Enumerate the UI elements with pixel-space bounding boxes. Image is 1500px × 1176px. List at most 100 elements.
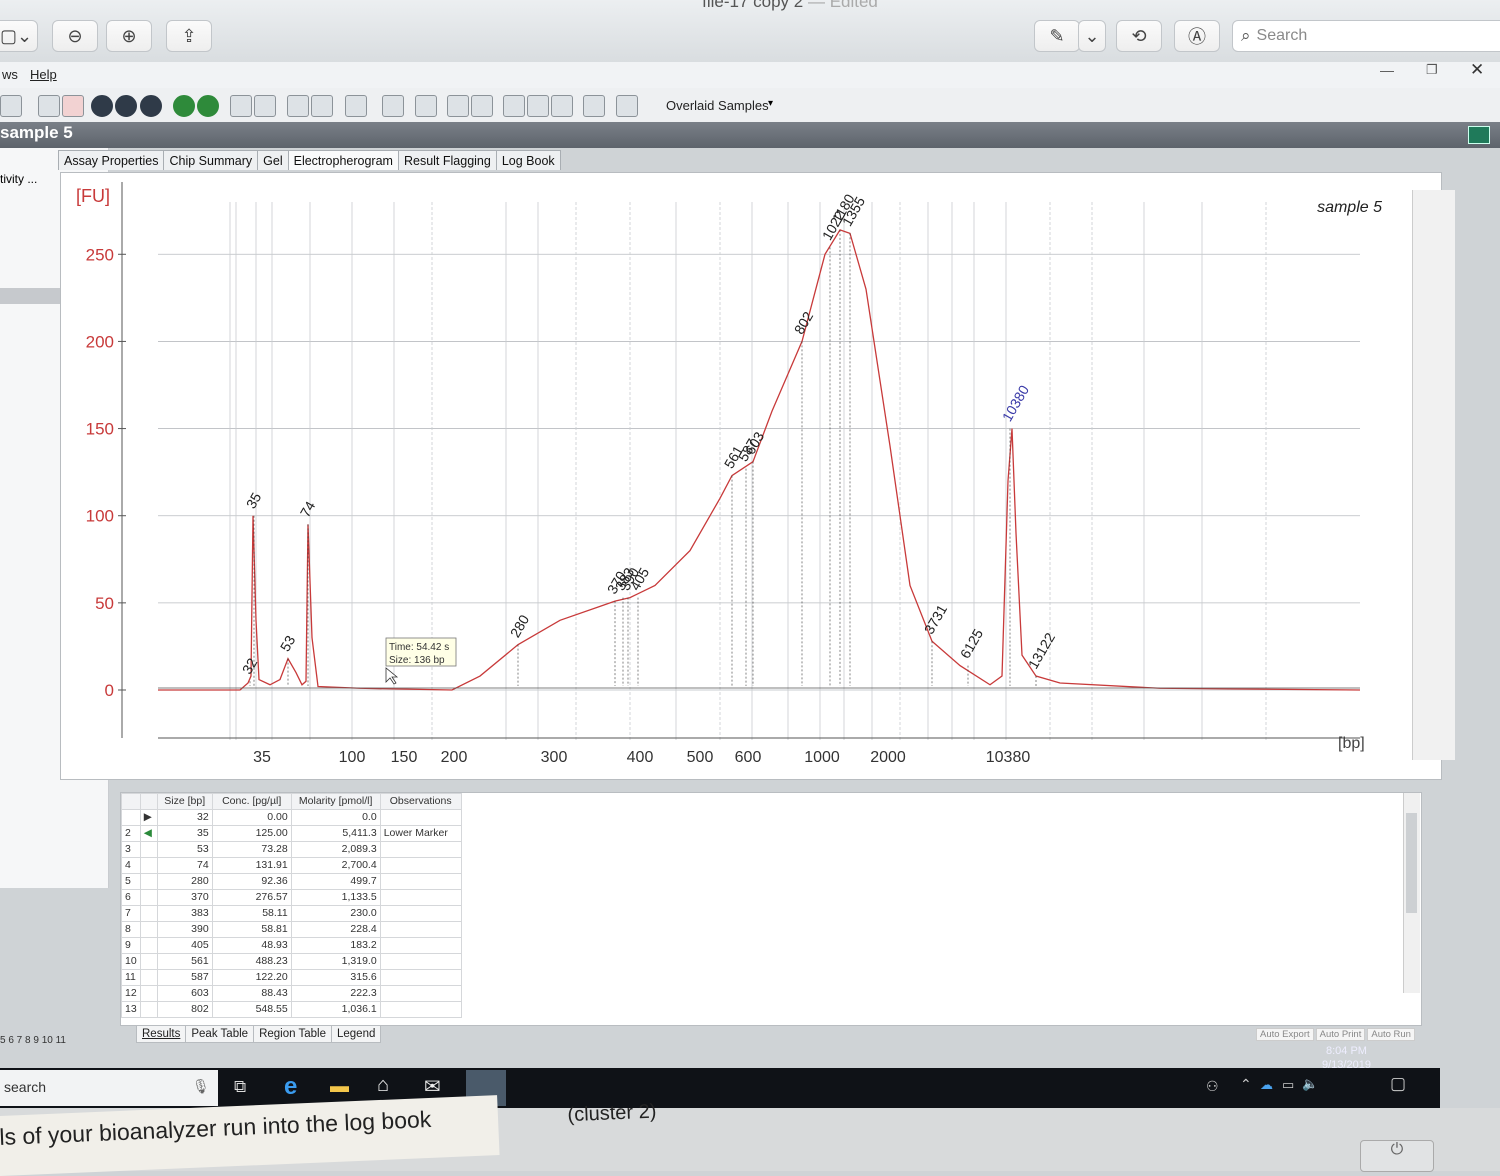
table-row[interactable]: ▶ 32 0.00 0.0 [121, 809, 462, 826]
tab-results[interactable]: Results [136, 1026, 187, 1043]
forward-arrow-icon[interactable] [197, 95, 219, 117]
molarity-cell: 2,700.4 [290, 857, 381, 874]
single-view-icon[interactable] [230, 95, 252, 117]
compare-icon[interactable] [551, 95, 573, 117]
table-row[interactable]: 11 587 122.20 315.6 [121, 969, 462, 986]
settings-icon[interactable] [583, 95, 605, 117]
overlaid-samples-dropdown[interactable]: Overlaid Samples [666, 98, 769, 113]
task-view-icon[interactable]: ⧉ [234, 1077, 246, 1097]
microphone-icon[interactable]: 🎙 [192, 1078, 210, 1095]
close-icon[interactable]: ✕ [1470, 60, 1484, 80]
tab-result-flagging[interactable]: Result Flagging [397, 150, 497, 170]
notification-icon[interactable]: ▢ [1390, 1074, 1406, 1094]
auto-print-button[interactable]: Auto Print [1315, 1028, 1366, 1041]
zoom-reset-icon[interactable] [311, 95, 333, 117]
open-icon[interactable] [0, 95, 22, 117]
search-field[interactable]: ⌕ Search [1232, 20, 1500, 52]
table-scrollbar[interactable] [1403, 793, 1420, 993]
markup-button[interactable]: ✎ [1034, 20, 1080, 52]
tab-gel[interactable]: Gel [257, 150, 289, 170]
x-tick-label: 200 [441, 749, 468, 766]
table-row[interactable]: 9 405 48.93 183.2 [121, 937, 462, 954]
table-row[interactable]: 12 603 88.43 222.3 [121, 985, 462, 1002]
multi-view-icon[interactable] [254, 95, 276, 117]
selected-row[interactable] [0, 288, 60, 304]
table-row[interactable]: 13 802 548.55 1,036.1 [121, 1001, 462, 1018]
menu-help[interactable]: Help [30, 67, 57, 82]
store-icon[interactable]: ⌂ [377, 1074, 389, 1097]
tooltip-size: Size: 136 bp [389, 655, 445, 666]
taskbar-search[interactable]: search 🎙 [0, 1070, 218, 1106]
size-header[interactable]: Size [bp] [156, 793, 213, 810]
electropherogram-chart[interactable]: 0 50 100 150 200 250 [FU] [bp] sample 5 35 100 150 2… [60, 172, 1420, 772]
table-row[interactable]: 8 390 58.81 228.4 [121, 921, 462, 938]
grid-icon[interactable] [38, 95, 60, 117]
minimize-icon[interactable]: — [1380, 62, 1394, 78]
row-marker [139, 1001, 158, 1018]
pause-icon[interactable] [115, 95, 137, 117]
network-icon[interactable]: ▭ [1282, 1077, 1294, 1093]
tab-log-book[interactable]: Log Book [495, 150, 561, 170]
panel-toggle-icon[interactable] [1468, 126, 1490, 144]
auto-export-button[interactable]: Auto Export [1256, 1028, 1314, 1041]
molarity-header[interactable]: Molarity [pmol/l] [290, 793, 381, 810]
table-row[interactable]: 3 53 73.28 2,089.3 [121, 841, 462, 858]
rotate-button[interactable]: ⟲ [1116, 20, 1162, 52]
table-row[interactable]: 5 280 92.36 499.7 [121, 873, 462, 890]
onedrive-icon[interactable]: ☁ [1260, 1077, 1273, 1093]
tab-chip-summary[interactable]: Chip Summary [163, 150, 259, 170]
conc-header[interactable]: Conc. [pg/µl] [211, 793, 292, 810]
zoom-in-button[interactable]: ⊕ [106, 20, 152, 52]
tab-assay-properties[interactable]: Assay Properties [58, 150, 165, 170]
result-tabs: Results Peak Table Region Table Legend [136, 1026, 382, 1043]
system-clock[interactable]: 8:04 PM 9/13/2019 [1322, 1044, 1371, 1072]
tab-peak-table[interactable]: Peak Table [185, 1026, 255, 1043]
edge-icon[interactable]: e [284, 1073, 297, 1101]
chevron-up-icon[interactable]: ⌃ [1240, 1076, 1252, 1093]
annotate-button[interactable]: Ⓐ [1174, 20, 1220, 52]
menu-windows[interactable]: ws [2, 67, 18, 82]
table-row[interactable]: 2 ◀ 35 125.00 5,411.3 Lower Marker [121, 825, 462, 842]
power-button[interactable]: ⏻ [1360, 1140, 1434, 1172]
table-row[interactable]: 4 74 131.91 2,700.4 [121, 857, 462, 874]
page-indicator[interactable]: 5 6 7 8 9 10 11 [0, 1035, 130, 1055]
markup-menu-button[interactable]: ⌄ [1078, 20, 1106, 52]
baseline-icon[interactable] [471, 95, 493, 117]
zoom-tool-icon[interactable] [287, 95, 309, 117]
peak-tool-icon[interactable] [447, 95, 469, 117]
mail-icon[interactable]: ✉ [424, 1074, 441, 1099]
table-icon[interactable] [503, 95, 525, 117]
observations-header[interactable]: Observations [379, 793, 462, 810]
chevron-down-icon[interactable]: ▾ [768, 98, 773, 109]
edited-status: Edited [829, 0, 878, 11]
scrollbar-thumb[interactable] [1406, 813, 1417, 913]
tab-legend[interactable]: Legend [331, 1026, 382, 1043]
zoom-out-button[interactable]: ⊖ [52, 20, 98, 52]
hand-tool-icon[interactable] [382, 95, 404, 117]
back-arrow-icon[interactable] [173, 95, 195, 117]
row-index-header [121, 793, 141, 810]
molarity-cell: 2,089.3 [290, 841, 381, 858]
share-button[interactable]: ⇪ [166, 20, 212, 52]
pointer-tool-icon[interactable] [345, 95, 367, 117]
table-row[interactable]: 10 561 488.23 1,319.0 [121, 953, 462, 970]
tab-region-table[interactable]: Region Table [253, 1026, 332, 1043]
play-icon[interactable] [91, 95, 113, 117]
no-tool-icon[interactable] [415, 95, 437, 117]
sidebar-toggle-button[interactable]: ▢⌄ [0, 20, 38, 52]
tab-electropherogram[interactable]: Electropherogram [287, 150, 399, 170]
auto-run-button[interactable]: Auto Run [1367, 1028, 1415, 1041]
table-row[interactable]: 7 383 58.11 230.0 [121, 905, 462, 922]
peak-label: 3731 [921, 602, 951, 637]
molarity-cell: 183.2 [290, 937, 381, 954]
restore-icon[interactable]: ❐ [1426, 62, 1438, 78]
people-icon[interactable]: ⚇ [1206, 1078, 1219, 1095]
file-explorer-icon[interactable]: ▬ [330, 1076, 349, 1098]
table-row[interactable]: 6 370 276.57 1,133.5 [121, 889, 462, 906]
scale-icon[interactable] [616, 95, 638, 117]
stop-icon[interactable] [140, 95, 162, 117]
conc-cell: 131.91 [211, 857, 292, 874]
export-icon[interactable] [527, 95, 549, 117]
electropherogram-icon[interactable] [62, 95, 84, 117]
volume-icon[interactable]: 🔈 [1302, 1076, 1318, 1092]
